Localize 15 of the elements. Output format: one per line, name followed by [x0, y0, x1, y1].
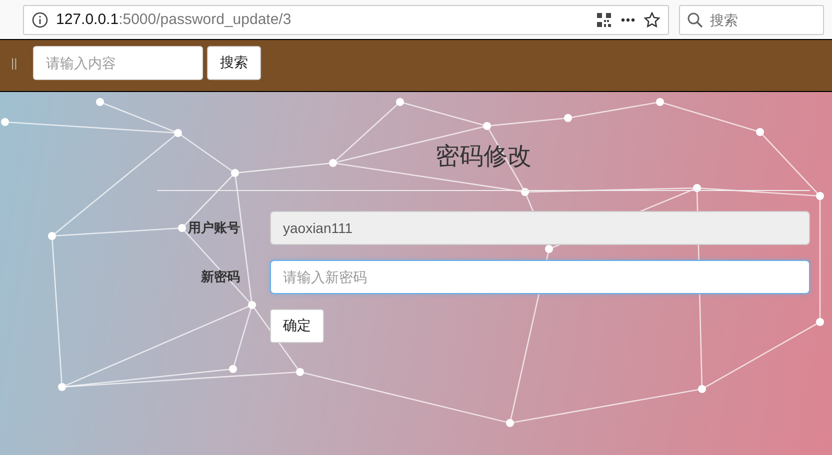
- password-field[interactable]: 请输入新密码: [270, 260, 810, 294]
- star-icon[interactable]: [644, 12, 660, 28]
- field-label: 用户账号: [186, 219, 240, 237]
- browser-search-field[interactable]: 搜索: [679, 4, 824, 34]
- url-text: 127.0.0.1:5000/password_update/3: [56, 11, 292, 28]
- info-icon[interactable]: [32, 12, 48, 28]
- qr-code-icon[interactable]: [596, 12, 612, 28]
- page-title: 密码修改: [434, 142, 532, 172]
- search-button[interactable]: 搜索: [207, 46, 262, 80]
- address-bar[interactable]: 127.0.0.1:5000/password_update/3: [23, 4, 669, 34]
- search-icon: [687, 12, 703, 28]
- confirm-button[interactable]: 确定: [270, 309, 324, 343]
- handle-text: ||: [11, 56, 18, 70]
- field-label: 新密码: [200, 268, 240, 286]
- search-field[interactable]: 请输入内容: [33, 46, 204, 80]
